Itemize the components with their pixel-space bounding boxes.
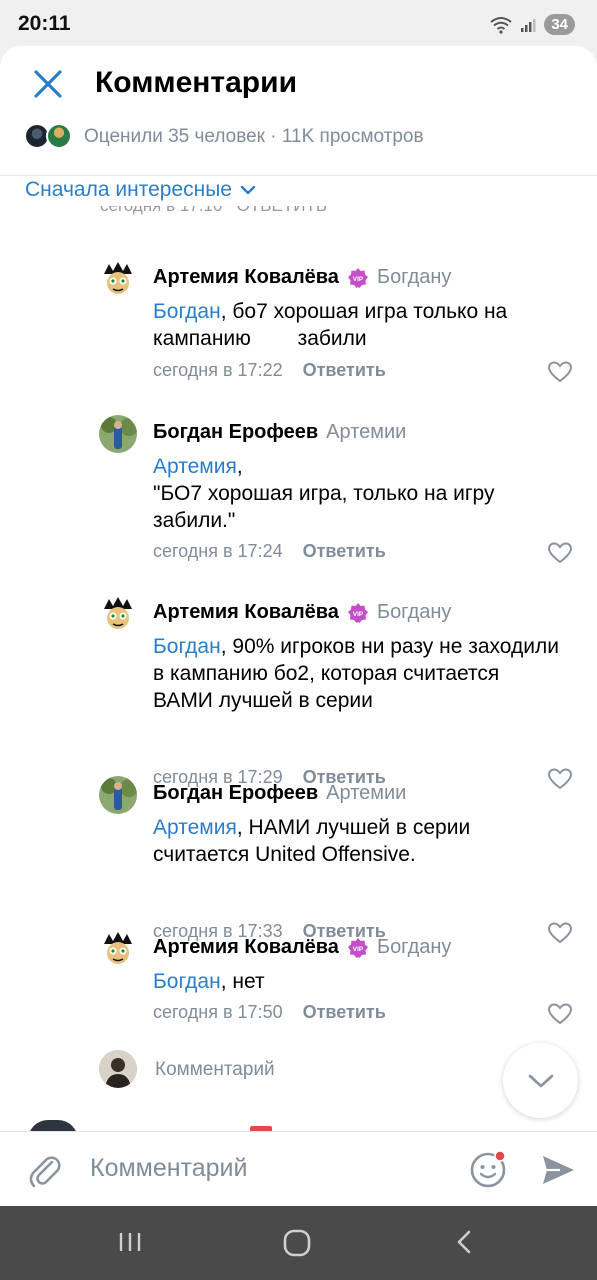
- recent-apps-icon[interactable]: [116, 1228, 144, 1256]
- avatar[interactable]: [99, 776, 137, 814]
- liker-avatar: [46, 123, 72, 149]
- comment-time: сегодня в 17:24: [153, 541, 283, 561]
- vip-badge-icon: VIP: [347, 267, 368, 288]
- comment-header: Богдан Ерофеев Артемии: [153, 421, 406, 444]
- status-time: 20:11: [18, 12, 71, 35]
- comment-text: Артемия, НАМИ лучшей в серии считается U…: [153, 814, 563, 868]
- comment-author[interactable]: Богдан Ерофеев: [153, 782, 318, 805]
- avatar: [99, 1050, 137, 1088]
- sort-selector[interactable]: Сначала интересные: [25, 178, 256, 202]
- sort-label: Сначала интересные: [25, 178, 232, 201]
- heart-icon[interactable]: [547, 921, 573, 945]
- close-icon[interactable]: [28, 64, 68, 104]
- avatar[interactable]: [99, 595, 137, 633]
- comment-header: Артемия Ковалёва VIP Богдану: [153, 936, 451, 959]
- comment-author[interactable]: Артемия Ковалёва: [153, 266, 339, 289]
- comment-mention[interactable]: Богдан: [153, 970, 221, 993]
- comment-header: Артемия Ковалёва VIP Богдану: [153, 266, 451, 289]
- comment-mention[interactable]: Богдан: [153, 635, 221, 658]
- svg-text:VIP: VIP: [353, 276, 364, 283]
- comment-header: Богдан Ерофеев Артемии: [153, 782, 406, 805]
- status-bar: 20:11 34: [0, 0, 597, 46]
- header: Комментарии Оценили 35 человек · 11K про…: [0, 46, 597, 176]
- chevron-down-icon: [240, 185, 256, 195]
- comment-time: сегодня в 17:22: [153, 360, 283, 380]
- comment-text: Богдан, бо7 хорошая игра только на кампа…: [153, 298, 563, 352]
- previous-meta-text: сегодня в 17:10 ОТВЕТИТЬ: [100, 206, 327, 216]
- paperclip-icon[interactable]: [26, 1150, 62, 1190]
- heart-icon[interactable]: [547, 1002, 573, 1026]
- comment-text: Богдан, нет: [153, 968, 563, 995]
- wifi-icon: [490, 16, 512, 34]
- svg-text:VIP: VIP: [353, 946, 364, 953]
- comment-mention[interactable]: Артемия: [153, 455, 237, 478]
- smile-icon[interactable]: [468, 1149, 508, 1189]
- comment-input[interactable]: Комментарий: [90, 1154, 247, 1183]
- comment-reply-to[interactable]: Богдану: [377, 601, 451, 624]
- comment-reply-to[interactable]: Богдану: [377, 266, 451, 289]
- comment-reply-to[interactable]: Артемии: [326, 421, 406, 444]
- reply-button[interactable]: Ответить: [303, 360, 386, 381]
- heart-icon[interactable]: [547, 541, 573, 565]
- comment-author[interactable]: Артемия Ковалёва: [153, 936, 339, 959]
- comment-author[interactable]: Богдан Ерофеев: [153, 421, 318, 444]
- heart-icon[interactable]: [547, 360, 573, 384]
- avatar[interactable]: [99, 260, 137, 298]
- comment-body: , нет: [220, 970, 265, 993]
- thread-reply-placeholder: Комментарий: [155, 1059, 275, 1080]
- signal-icon: [521, 18, 536, 32]
- comment-time: сегодня в 17:50: [153, 1002, 283, 1022]
- comment-composer: Комментарий: [0, 1131, 597, 1206]
- comment-reply-to[interactable]: Артемии: [326, 782, 406, 805]
- scroll-down-button[interactable]: [503, 1043, 578, 1118]
- avatar[interactable]: [99, 415, 137, 453]
- vip-badge-icon: VIP: [347, 937, 368, 958]
- comment-mention[interactable]: Артемия: [153, 816, 237, 839]
- comments-sheet: Комментарии Оценили 35 человек · 11K про…: [0, 46, 597, 1206]
- comment-reply-to[interactable]: Богдану: [377, 936, 451, 959]
- comment-text: Богдан, 90% игроков ни разу не заходили …: [153, 633, 563, 714]
- reply-button[interactable]: Ответить: [303, 541, 386, 562]
- comment-author[interactable]: Артемия Ковалёва: [153, 601, 339, 624]
- avatar[interactable]: [99, 930, 137, 968]
- vip-badge-icon: VIP: [347, 602, 368, 623]
- page-title: Комментарии: [95, 66, 298, 99]
- comment-text: Артемия, "БО7 хорошая игра, только на иг…: [153, 453, 563, 534]
- home-icon[interactable]: [282, 1228, 312, 1258]
- send-icon[interactable]: [540, 1152, 576, 1188]
- svg-text:VIP: VIP: [353, 611, 364, 618]
- back-icon[interactable]: [452, 1228, 476, 1256]
- stats-text[interactable]: Оценили 35 человек · 11K просмотров: [84, 126, 424, 148]
- chevron-down-icon: [528, 1074, 553, 1087]
- comment-header: Артемия Ковалёва VIP Богдану: [153, 601, 451, 624]
- comment-mention[interactable]: Богдан: [153, 300, 221, 323]
- likers-avatars[interactable]: [24, 123, 72, 151]
- previous-comment-meta: сегодня в 17:10 ОТВЕТИТЬ: [100, 206, 580, 222]
- system-nav-bar: [0, 1206, 597, 1280]
- reply-button[interactable]: Ответить: [303, 1002, 386, 1023]
- comment-meta: сегодня в 17:22 Ответить: [153, 360, 386, 381]
- comment-meta: сегодня в 17:50 Ответить: [153, 1002, 386, 1023]
- heart-icon[interactable]: [547, 767, 573, 791]
- battery-indicator: 34: [544, 14, 575, 35]
- status-icons: 34: [490, 14, 575, 35]
- comment-meta: сегодня в 17:24 Ответить: [153, 541, 386, 562]
